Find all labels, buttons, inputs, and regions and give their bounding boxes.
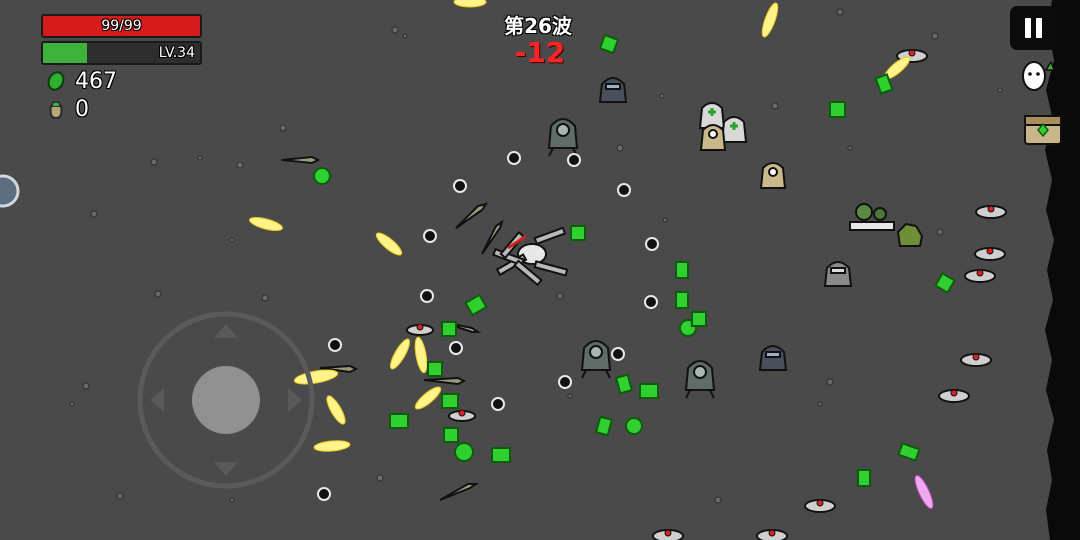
materials-count: 467 [75, 68, 117, 94]
health-bar: 99/99 [41, 14, 202, 38]
joystick-thumb [192, 366, 260, 434]
green-material-icon [47, 71, 65, 91]
magenta-bullet [914, 475, 934, 509]
turret-structure [849, 203, 895, 231]
enemy-group [547, 77, 853, 399]
pause-button[interactable] [1010, 6, 1056, 50]
bag-counter: 0 [45, 96, 89, 122]
pause-icon-bar [1036, 18, 1042, 38]
experience-bar: LV.34 [41, 41, 202, 65]
health-text: 99/99 [101, 18, 142, 34]
treasure-chest-icon[interactable] [1022, 108, 1064, 148]
experience-bar-fill [43, 43, 87, 63]
level-text: LV.34 [158, 45, 195, 61]
materials-counter: 467 [45, 68, 117, 94]
tree-plant [896, 222, 924, 247]
player-character [492, 226, 569, 287]
virtual-joystick[interactable] [137, 311, 315, 489]
pause-icon [1025, 18, 1031, 38]
black-orb-group [317, 151, 659, 501]
bag-count: 0 [75, 96, 89, 122]
damage-popup: -12 [514, 36, 566, 69]
money-bag-icon [49, 101, 63, 120]
wave-label: 第26波 [504, 14, 572, 38]
material-drop-group [313, 33, 956, 487]
side-menu-button[interactable] [0, 174, 20, 208]
battle-arena [69, 0, 1080, 540]
egg-item-icon[interactable] [1018, 56, 1058, 94]
